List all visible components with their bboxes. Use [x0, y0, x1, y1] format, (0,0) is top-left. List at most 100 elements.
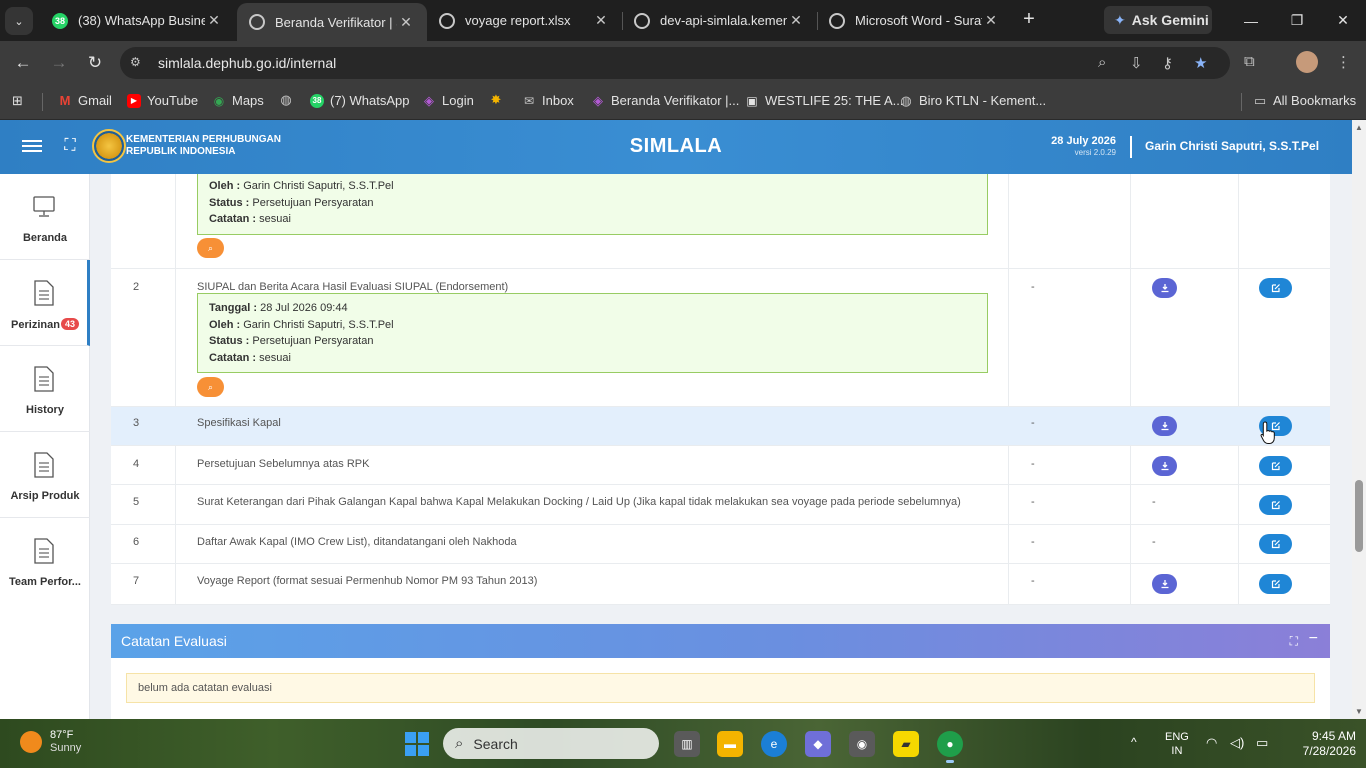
history-box: Oleh : Garin Christi Saputri, S.S.T.Pel … [197, 174, 988, 235]
sticky-notes-icon[interactable]: ▰ [893, 731, 919, 757]
row-number: 3 [133, 417, 140, 429]
file-explorer-icon[interactable]: ▬ [717, 731, 743, 757]
edit-icon [1271, 284, 1280, 293]
chrome-icon[interactable]: ● [937, 731, 963, 763]
bookmark-maps[interactable]: ◉ Maps [212, 93, 264, 108]
row-number: 6 [133, 536, 140, 548]
bookmark-star-icon[interactable]: ★ [1194, 54, 1207, 72]
site-info-icon[interactable]: ⚙ [130, 55, 141, 69]
minimize-icon[interactable]: − [1309, 630, 1318, 648]
fullscreen-icon[interactable]: ⛶ [60, 136, 80, 156]
view-history-button[interactable]: ⌕ [197, 377, 224, 397]
sidebar-item-arsip-produk[interactable]: Arsip Produk [0, 432, 90, 518]
taskbar-clock[interactable]: 9:45 AM 7/28/2026 [1290, 729, 1356, 759]
close-tab-icon[interactable]: ✕ [397, 14, 415, 31]
input-language[interactable]: ENG IN [1165, 730, 1189, 758]
edit-button[interactable] [1259, 456, 1292, 476]
profile-avatar[interactable] [1296, 51, 1318, 73]
main-content: Oleh : Garin Christi Saputri, S.S.T.Pel … [90, 174, 1352, 719]
tab-title: (38) WhatsApp Busines [78, 13, 205, 28]
zoom-icon[interactable]: ⌕ [1098, 54, 1106, 71]
app-icon[interactable]: ◆ [805, 731, 831, 757]
edge-browser-icon[interactable]: e [761, 731, 787, 757]
globe-icon: ◍ [900, 92, 912, 108]
bookmark-biro-ktln[interactable]: ◍ Biro KTLN - Kement... [899, 92, 1046, 109]
weather-widget[interactable]: 87°F Sunny [20, 729, 81, 755]
back-button[interactable]: ← [9, 49, 37, 77]
row-number: 7 [133, 575, 140, 587]
sidebar-item-perizinan[interactable]: Perizinan 43 [0, 260, 90, 346]
temperature: 87°F [50, 729, 74, 741]
download-button[interactable] [1152, 574, 1177, 594]
new-tab-button[interactable]: + [1017, 8, 1041, 32]
bookmark-youtube[interactable]: ▶ YouTube [127, 93, 198, 108]
address-bar[interactable]: ⚙ simlala.dephub.go.id/internal ⌕ ⇩ ⚷ ★ [120, 47, 1230, 79]
apps-grid-icon[interactable]: ⊞ [12, 93, 23, 109]
download-button[interactable] [1152, 456, 1177, 476]
close-tab-icon[interactable]: ✕ [205, 12, 223, 29]
sidebar-item-beranda[interactable]: Beranda [0, 174, 90, 260]
close-tab-icon[interactable]: ✕ [787, 12, 805, 29]
bookmark-beranda-verifikator[interactable]: ◈ Beranda Verifikator |... [591, 93, 739, 109]
bookmark-pinwheel[interactable]: ✸ [489, 92, 509, 107]
close-tab-icon[interactable]: ✕ [982, 12, 1000, 29]
password-key-icon[interactable]: ⚷ [1162, 54, 1173, 72]
edit-button[interactable] [1259, 574, 1292, 594]
camera-icon[interactable]: ◉ [849, 731, 875, 757]
menu-toggle-icon[interactable] [22, 137, 42, 157]
site-icon: ◈ [424, 92, 434, 108]
install-app-icon[interactable]: ⇩ [1130, 54, 1143, 72]
magnify-icon: ⌕ [207, 382, 214, 392]
minimize-window-button[interactable]: — [1228, 0, 1274, 41]
download-button[interactable] [1152, 416, 1177, 436]
ask-gemini-button[interactable]: ✦ Ask Gemini [1104, 6, 1212, 34]
close-tab-icon[interactable]: ✕ [592, 12, 610, 29]
browser-tab-word[interactable]: Microsoft Word - Surat ✕ [817, 0, 1012, 41]
all-bookmarks-button[interactable]: ▭ All Bookmarks [1253, 93, 1356, 109]
browser-tab-whatsapp[interactable]: 38 (38) WhatsApp Busines ✕ [40, 0, 235, 41]
file-cell: - [1152, 496, 1156, 508]
scroll-up-icon[interactable]: ▲ [1355, 123, 1363, 132]
table-row: 4 Persetujuan Sebelumnya atas RPK - [111, 446, 1330, 485]
row-number: 5 [133, 496, 140, 508]
browser-tab-voyage-report[interactable]: voyage report.xlsx ✕ [427, 0, 622, 41]
bookmark-login[interactable]: ◈ Login [422, 92, 474, 109]
page-scrollbar[interactable]: ▲ ▼ [1352, 120, 1366, 719]
maximize-window-button[interactable]: ❐ [1274, 0, 1320, 41]
download-button[interactable] [1152, 278, 1177, 298]
evaluation-card-header: Catatan Evaluasi ⛶ − [111, 624, 1330, 658]
reload-button[interactable]: ↻ [81, 49, 109, 77]
forward-button[interactable]: → [45, 49, 73, 77]
close-window-button[interactable]: ✕ [1320, 0, 1366, 41]
scroll-down-icon[interactable]: ▼ [1355, 707, 1363, 716]
bookmark-westlife[interactable]: ▣ WESTLIFE 25: THE A... [745, 93, 903, 108]
windows-start-icon[interactable] [405, 732, 429, 756]
bookmark-whatsapp[interactable]: 38 (7) WhatsApp [310, 93, 409, 108]
wifi-icon[interactable]: ◠ [1206, 735, 1217, 751]
sidebar-item-history[interactable]: History [0, 346, 90, 432]
table-row: 2 SIUPAL dan Berita Acara Hasil Evaluasi… [111, 269, 1330, 407]
chrome-menu-icon[interactable]: ⋮ [1336, 53, 1351, 71]
tab-title: Beranda Verifikator | Si [275, 14, 397, 30]
show-hidden-icons[interactable]: ^ [1131, 735, 1137, 749]
browser-tab-dev-api[interactable]: dev-api-simlala.kemenl ✕ [622, 0, 817, 41]
sidebar-item-team-performance[interactable]: Team Perfor... [0, 518, 90, 604]
maximize-icon[interactable]: ⛶ [1290, 634, 1298, 649]
extensions-icon[interactable]: ⧉ [1244, 53, 1255, 70]
view-history-button[interactable]: ⌕ [197, 238, 224, 258]
bookmark-globe[interactable]: ◍ [279, 92, 299, 107]
volume-icon[interactable]: ◁) [1230, 735, 1244, 751]
taskbar-search[interactable]: ⌕ Search [443, 728, 659, 759]
bookmark-inbox[interactable]: ✉ Inbox [522, 93, 574, 108]
bookmark-gmail[interactable]: M Gmail [58, 93, 112, 108]
task-view-icon[interactable]: ▥ [674, 731, 700, 757]
edit-button[interactable] [1259, 278, 1292, 298]
user-name[interactable]: Garin Christi Saputri, S.S.T.Pel [1145, 139, 1319, 153]
battery-icon[interactable]: ▭ [1256, 735, 1268, 751]
edit-button[interactable] [1259, 534, 1292, 554]
browser-tab-beranda[interactable]: Beranda Verifikator | Si ✕ [237, 3, 427, 41]
edit-button[interactable] [1259, 495, 1292, 515]
document-name: Spesifikasi Kapal [197, 417, 281, 429]
scrollbar-thumb[interactable] [1355, 480, 1363, 552]
tab-search-button[interactable]: ⌄ [5, 7, 33, 35]
